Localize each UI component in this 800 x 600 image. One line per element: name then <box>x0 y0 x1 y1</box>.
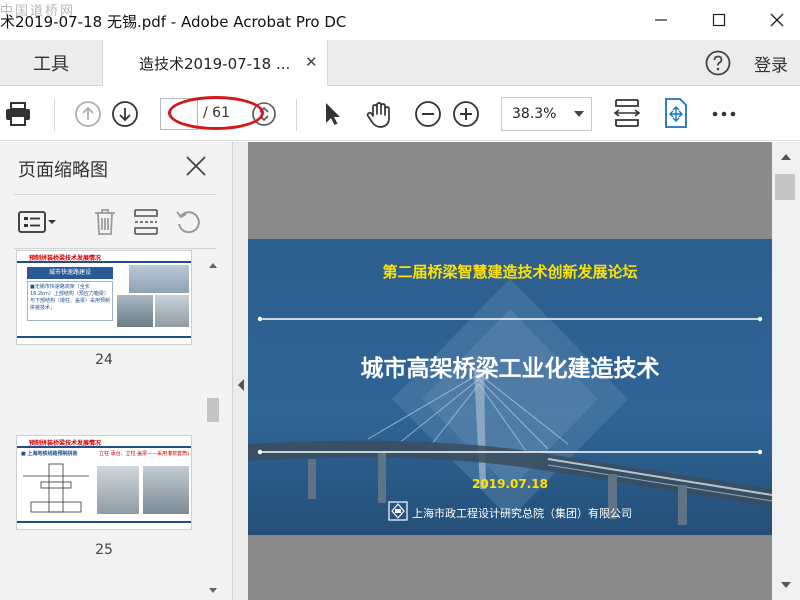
thumbnail-page-number: 25 <box>95 542 113 558</box>
toolbar-separator <box>54 99 55 131</box>
thumbnail-scrollbar[interactable] <box>204 250 222 600</box>
tab-tools[interactable]: 工具 <box>0 40 102 86</box>
panel-divider <box>14 194 216 195</box>
slide-date: 2019.07.18 <box>472 477 548 491</box>
expand-page-icon <box>665 98 687 128</box>
company-logo-icon <box>388 501 408 521</box>
tab-document-label: 造技术2019-07-18 ... <box>139 55 291 73</box>
tab-close-button[interactable]: ✕ <box>305 53 318 71</box>
thumbnail-photo <box>97 466 139 514</box>
rotate-page-button[interactable] <box>174 207 202 241</box>
thumbnail-options-button[interactable] <box>18 209 58 239</box>
tab-document[interactable]: 造技术2019-07-18 ... ✕ <box>102 40 328 86</box>
chevron-left-icon <box>238 379 244 391</box>
plus-circle-icon <box>453 101 479 127</box>
thumbnail-tools <box>0 198 232 248</box>
delete-page-button[interactable] <box>92 207 118 241</box>
zoom-out-button[interactable] <box>414 100 442 128</box>
thumbnail-page-24[interactable]: 预制拼装桥梁技术发展情况 城市快速路建设 ■无锡市快速路高架（全长16.2km）… <box>16 250 192 345</box>
thumbnail-photo <box>143 466 189 514</box>
thumbnail-rule <box>17 446 191 448</box>
rotate-icon <box>176 211 200 234</box>
thumbnail-rule <box>17 261 191 263</box>
thumbnail-photo <box>155 295 189 327</box>
thumbnail-page-number: 24 <box>95 352 113 368</box>
maximize-icon <box>712 13 726 27</box>
maximize-button[interactable] <box>696 0 742 40</box>
login-button[interactable]: 登录 <box>754 51 788 76</box>
thumbnail-drawing <box>23 463 89 513</box>
insert-page-button[interactable] <box>132 207 160 241</box>
document-scrollbar[interactable] <box>772 142 800 600</box>
fit-page-button[interactable] <box>612 97 642 129</box>
insert-page-icon <box>134 209 158 235</box>
zoom-value: 38.3% <box>512 106 557 122</box>
annotation-circle <box>168 96 264 130</box>
thumbnail-panel-title: 页面缩略图 <box>18 160 108 181</box>
hand-tool-button[interactable] <box>364 100 392 128</box>
thumbnail-box-title: 城市快速路建设 <box>27 267 113 279</box>
thumbnail-text: 立柱·承台、立柱·盖梁——采用灌浆套筒连接 <box>99 451 189 457</box>
fit-width-icon <box>613 99 641 127</box>
help-button[interactable] <box>704 49 732 77</box>
thumbnail-panel: 页面缩略图 预制拼装桥梁技术发展情况 城市快速路建设 ■无锡市快速路高架（全长1… <box>0 142 232 600</box>
zoom-dropdown[interactable]: 38.3% <box>501 97 592 131</box>
document-view[interactable]: 第二届桥梁智慧建造技术创新发展论坛 城市高架桥梁工业化建造技术 2019.07.… <box>248 142 772 600</box>
select-tool-button[interactable] <box>318 100 346 128</box>
toolbar-separator <box>296 99 297 131</box>
thumbnail-box-title: ■ 上海地铁线路预制拼装 <box>21 451 78 457</box>
printer-icon <box>6 102 30 126</box>
thumbnail-footer-rule <box>17 521 191 523</box>
thumbnail-footer-rule <box>17 336 191 338</box>
minus-circle-icon <box>415 101 441 127</box>
thumbnail-photo <box>129 265 189 293</box>
help-icon <box>705 50 731 76</box>
close-window-button[interactable] <box>754 0 800 40</box>
arrow-up-circle-icon <box>75 101 101 127</box>
cursor-arrow-icon <box>326 103 340 125</box>
watermark: 中国道桥网 <box>0 4 76 19</box>
chevron-down-icon <box>574 111 584 117</box>
slide-organization: 上海市政工程设计研究总院（集团）有限公司 <box>412 507 632 520</box>
thumbnail-list: 预制拼装桥梁技术发展情况 城市快速路建设 ■无锡市快速路高架（全长16.2km）… <box>0 250 232 600</box>
slide-subtitle: 第二届桥梁智慧建造技术创新发展论坛 <box>382 263 638 281</box>
toolbar: / 61 38.3% <box>0 87 800 141</box>
panel-divider <box>14 248 216 249</box>
thumbnail-photo <box>117 295 153 327</box>
slide-title: 城市高架桥梁工业化建造技术 <box>360 356 660 382</box>
thumbnail-page-25[interactable]: 预制拼装桥梁技术发展情况 ■ 上海地铁线路预制拼装 立柱·承台、立柱·盖梁——采… <box>16 435 192 530</box>
minimize-icon <box>655 19 667 21</box>
zoom-in-button[interactable] <box>452 100 480 128</box>
arrow-down-circle-icon <box>112 101 138 127</box>
full-screen-button[interactable] <box>660 97 690 129</box>
panel-collapse-handle[interactable] <box>232 142 248 600</box>
minimize-button[interactable] <box>638 0 684 40</box>
pdf-page: 第二届桥梁智慧建造技术创新发展论坛 城市高架桥梁工业化建造技术 2019.07.… <box>248 239 772 535</box>
previous-page-button[interactable] <box>74 100 102 128</box>
hand-icon <box>366 102 390 128</box>
more-horizontal-icon <box>712 111 736 117</box>
tab-bar: 工具 造技术2019-07-18 ... ✕ 登录 <box>0 40 800 86</box>
thumbnail-text: ■无锡市快速路高架（全长16.2km）上部结构（预应力箱梁）与下部结构（墩柱、盖… <box>27 281 113 321</box>
trash-icon <box>95 209 115 235</box>
close-panel-button[interactable] <box>184 154 208 178</box>
more-tools-button[interactable] <box>710 100 738 128</box>
title-bar: 术2019-07-18 无锡.pdf - Adobe Acrobat Pro D… <box>0 0 800 40</box>
next-page-button[interactable] <box>111 100 139 128</box>
close-icon <box>770 13 784 27</box>
close-icon <box>186 156 206 176</box>
print-button[interactable] <box>4 100 32 128</box>
options-list-icon <box>18 211 56 233</box>
